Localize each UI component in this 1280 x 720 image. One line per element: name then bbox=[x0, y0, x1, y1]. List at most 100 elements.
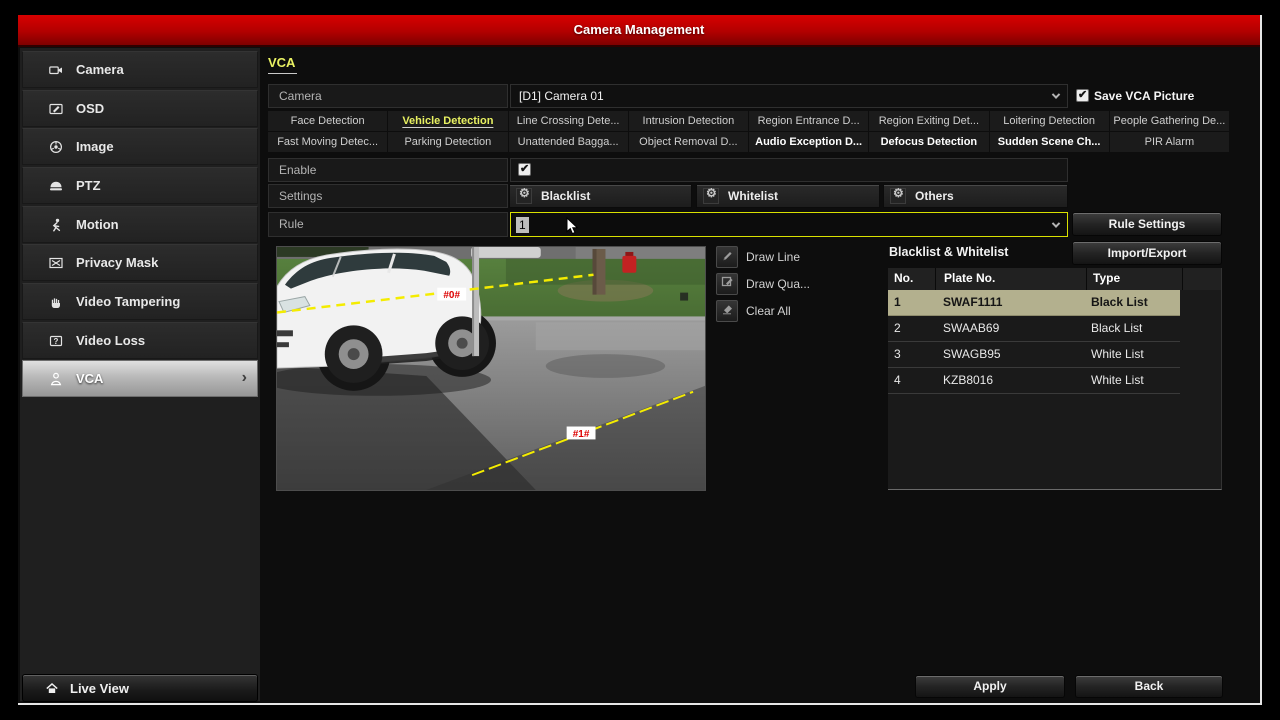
cell-type: Black List bbox=[1085, 316, 1180, 341]
cell-plate: KZB8016 bbox=[935, 368, 1085, 393]
cell-type: Black List bbox=[1085, 290, 1180, 315]
camera-select[interactable]: [D1] Camera 01 bbox=[510, 84, 1068, 108]
column-header-plate-no: Plate No. bbox=[936, 268, 1086, 290]
whitelist-settings-button[interactable]: Whitelist bbox=[696, 184, 880, 208]
blacklist-settings-label: Blacklist bbox=[541, 189, 590, 203]
back-button[interactable]: Back bbox=[1075, 675, 1223, 698]
blacklist-settings-button[interactable]: Blacklist bbox=[509, 184, 692, 208]
tab-loitering-detection[interactable]: Loitering Detection bbox=[990, 111, 1109, 131]
rule-line-0-label: #0# bbox=[443, 290, 460, 301]
others-settings-button[interactable]: Others bbox=[883, 184, 1068, 208]
sidebar: Camera OSD Image PTZ bbox=[20, 48, 260, 701]
sidebar-item-motion[interactable]: Motion bbox=[22, 206, 258, 243]
tab-region-exiting-detection[interactable]: Region Exiting Det... bbox=[869, 111, 988, 131]
tab-pir-alarm[interactable]: PIR Alarm bbox=[1110, 132, 1229, 152]
cell-no: 1 bbox=[888, 290, 935, 315]
others-settings-label: Others bbox=[915, 189, 954, 203]
detection-tabs: Face Detection Vehicle Detection Line Cr… bbox=[268, 111, 1229, 152]
tab-region-entrance-detection[interactable]: Region Entrance D... bbox=[749, 111, 868, 131]
tab-object-removal-detection[interactable]: Object Removal D... bbox=[629, 132, 748, 152]
tab-line-crossing-detection[interactable]: Line Crossing Dete... bbox=[509, 111, 628, 131]
window-title: Camera Management bbox=[18, 15, 1260, 47]
plate-table: No. Plate No. Type 1 SWAF1111 Black List… bbox=[888, 268, 1222, 490]
screen: Camera Management Camera OSD Image bbox=[0, 0, 1280, 720]
draw-line-button[interactable] bbox=[716, 246, 738, 268]
sidebar-item-label: Image bbox=[76, 139, 114, 154]
cell-plate: SWAF1111 bbox=[935, 290, 1085, 315]
motion-person-icon bbox=[49, 218, 65, 232]
tab-parking-detection[interactable]: Parking Detection bbox=[388, 132, 507, 152]
enable-field-label: Enable bbox=[268, 158, 508, 182]
draw-line-label: Draw Line bbox=[746, 246, 800, 268]
chevron-down-icon bbox=[1052, 90, 1060, 98]
tab-fast-moving-detection[interactable]: Fast Moving Detec... bbox=[268, 132, 387, 152]
cell-type: White List bbox=[1085, 368, 1180, 393]
ptz-dome-icon bbox=[49, 179, 65, 193]
live-view-label: Live View bbox=[70, 681, 129, 696]
draw-quadrilateral-label: Draw Qua... bbox=[746, 273, 810, 295]
camera-preview[interactable]: #0# #1# bbox=[276, 246, 706, 491]
save-vca-picture-checkbox[interactable] bbox=[1076, 89, 1089, 102]
camera-field-label: Camera bbox=[268, 84, 508, 108]
tab-vehicle-detection[interactable]: Vehicle Detection bbox=[388, 111, 507, 131]
gear-icon bbox=[703, 188, 719, 204]
sidebar-item-vca[interactable]: VCA bbox=[22, 360, 258, 397]
enable-field-value bbox=[510, 158, 1068, 182]
import-export-button[interactable]: Import/Export bbox=[1072, 241, 1222, 265]
vca-person-icon bbox=[49, 372, 65, 386]
clear-all-button[interactable] bbox=[716, 300, 738, 322]
plate-table-header: No. Plate No. Type bbox=[888, 268, 1221, 290]
tab-people-gathering-detection[interactable]: People Gathering De... bbox=[1110, 111, 1229, 131]
tab-audio-exception-detection[interactable]: Audio Exception D... bbox=[749, 132, 868, 152]
tab-defocus-detection[interactable]: Defocus Detection bbox=[869, 132, 988, 152]
gear-icon bbox=[890, 188, 906, 204]
sidebar-item-label: PTZ bbox=[76, 178, 101, 193]
settings-field-label: Settings bbox=[268, 184, 508, 208]
enable-checkbox[interactable] bbox=[518, 163, 531, 176]
sidebar-item-camera[interactable]: Camera bbox=[22, 51, 258, 88]
tab-sudden-scene-change[interactable]: Sudden Scene Ch... bbox=[990, 132, 1109, 152]
column-header-no: No. bbox=[888, 268, 935, 290]
draw-quad-icon bbox=[721, 275, 734, 293]
rule-select[interactable]: 1 bbox=[510, 212, 1068, 237]
tab-face-detection[interactable]: Face Detection bbox=[268, 111, 387, 131]
section-title-vca: VCA bbox=[268, 55, 297, 74]
camera-management-window: Camera Management Camera OSD Image bbox=[18, 15, 1262, 705]
sidebar-item-privacy-mask[interactable]: Privacy Mask bbox=[22, 244, 258, 281]
sidebar-item-label: Motion bbox=[76, 217, 119, 232]
sidebar-item-osd[interactable]: OSD bbox=[22, 90, 258, 127]
table-row[interactable]: 4 KZB8016 White List bbox=[888, 368, 1180, 394]
tab-unattended-baggage[interactable]: Unattended Bagga... bbox=[509, 132, 628, 152]
eraser-icon bbox=[721, 302, 734, 320]
cell-no: 4 bbox=[888, 368, 935, 393]
osd-icon bbox=[49, 102, 65, 116]
apply-button[interactable]: Apply bbox=[915, 675, 1065, 698]
sidebar-item-image[interactable]: Image bbox=[22, 128, 258, 165]
save-vca-picture-label: Save VCA Picture bbox=[1094, 84, 1194, 108]
rule-field-label: Rule bbox=[268, 212, 508, 237]
whitelist-settings-label: Whitelist bbox=[728, 189, 778, 203]
draw-quadrilateral-button[interactable] bbox=[716, 273, 738, 295]
sidebar-item-video-tampering[interactable]: Video Tampering bbox=[22, 283, 258, 320]
sidebar-item-label: Camera bbox=[76, 62, 124, 77]
camera-select-value: [D1] Camera 01 bbox=[519, 89, 604, 103]
table-row[interactable]: 2 SWAAB69 Black List bbox=[888, 316, 1180, 342]
gear-icon bbox=[516, 188, 532, 204]
rule-select-value: 1 bbox=[516, 217, 529, 233]
video-loss-icon: ? bbox=[49, 334, 65, 348]
table-row[interactable]: 3 SWAGB95 White List bbox=[888, 342, 1180, 368]
live-view-button[interactable]: Live View bbox=[22, 674, 258, 702]
chevron-down-icon bbox=[1052, 219, 1060, 227]
table-row[interactable]: 1 SWAF1111 Black List bbox=[888, 290, 1180, 316]
tab-intrusion-detection[interactable]: Intrusion Detection bbox=[629, 111, 748, 131]
pen-icon bbox=[721, 248, 734, 266]
cell-no: 2 bbox=[888, 316, 935, 341]
blacklist-whitelist-title: Blacklist & Whitelist bbox=[889, 245, 1008, 259]
sidebar-item-label: OSD bbox=[76, 101, 104, 116]
cell-plate: SWAGB95 bbox=[935, 342, 1085, 367]
sidebar-item-video-loss[interactable]: ? Video Loss bbox=[22, 322, 258, 359]
cell-plate: SWAAB69 bbox=[935, 316, 1085, 341]
rule-settings-button[interactable]: Rule Settings bbox=[1072, 212, 1222, 236]
clear-all-label: Clear All bbox=[746, 300, 791, 322]
sidebar-item-ptz[interactable]: PTZ bbox=[22, 167, 258, 204]
